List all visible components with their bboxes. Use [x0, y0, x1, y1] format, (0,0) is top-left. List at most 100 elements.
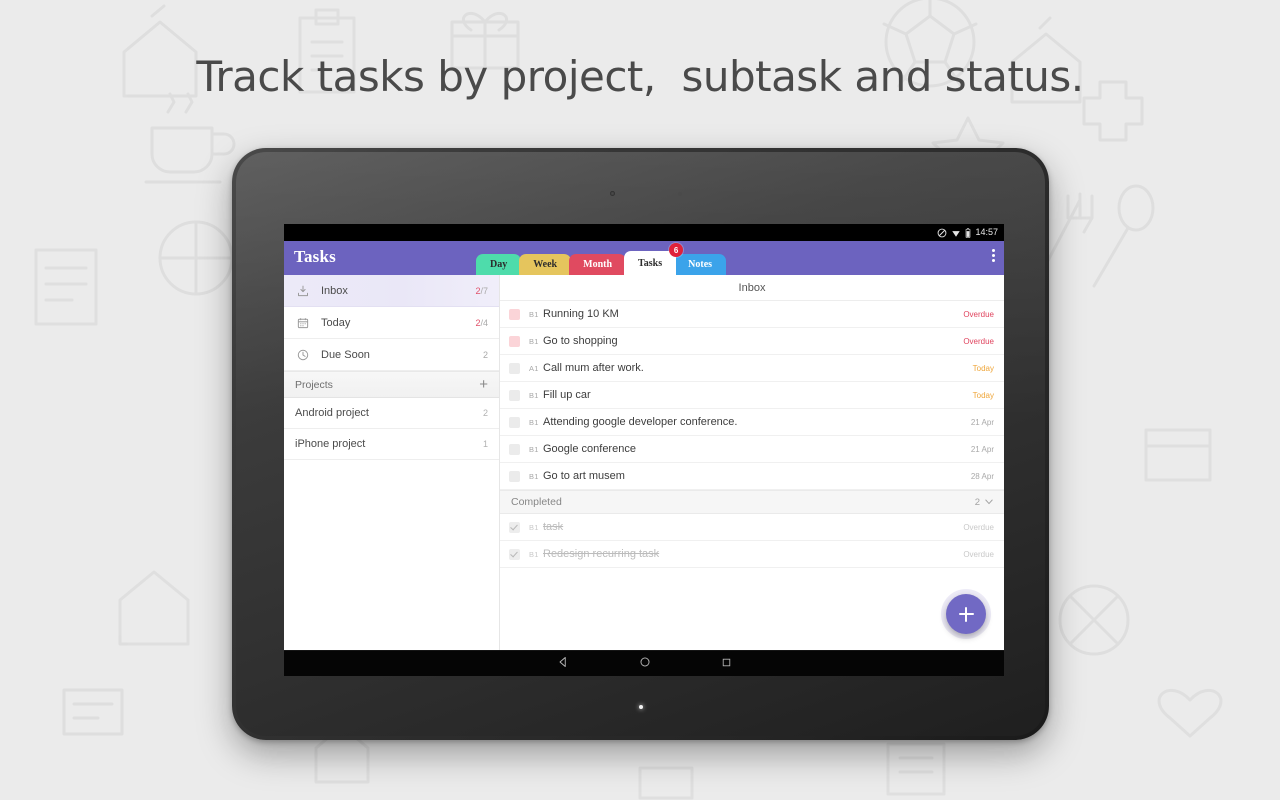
sidebar: Inbox 2/7 Today 2/4 Due Soon 2 Projects …: [284, 275, 500, 650]
table-row[interactable]: A1 Call mum after work. Today: [500, 355, 1004, 382]
back-icon[interactable]: [557, 655, 569, 673]
app-body: Inbox 2/7 Today 2/4 Due Soon 2 Projects …: [284, 275, 1004, 650]
sidebar-item-today-label: Today: [321, 316, 351, 329]
completed-section-label: Completed: [511, 496, 562, 508]
battery-icon: [966, 227, 971, 238]
table-row[interactable]: B1 Redesign recurring task Overdue: [500, 541, 1004, 568]
add-project-button[interactable]: +: [479, 377, 488, 392]
task-priority: B1: [529, 444, 539, 454]
front-camera-icon: [610, 191, 615, 196]
tab-month[interactable]: Month: [569, 254, 627, 275]
task-list-pane: Inbox B1 Running 10 KM Overdue B1 Go to …: [500, 275, 1004, 650]
tab-week[interactable]: Week: [519, 254, 572, 275]
clock-icon: [295, 349, 311, 361]
tab-day-label: Day: [490, 259, 508, 270]
task-name: Fill up car: [543, 389, 591, 401]
sidebar-item-iphone-project-count: 1: [482, 439, 488, 449]
sidebar-item-today-count: 2/4: [475, 317, 488, 328]
task-checkbox[interactable]: [509, 362, 520, 374]
status-bar-clock: 14:57: [975, 227, 998, 237]
android-nav-bar: [284, 650, 1004, 676]
task-due: Overdue: [963, 549, 994, 559]
task-priority: B1: [529, 471, 539, 481]
table-row[interactable]: B1 Google conference 21 Apr: [500, 436, 1004, 463]
completed-section-header[interactable]: Completed 2: [500, 490, 1004, 514]
table-row[interactable]: B1 Go to art musem 28 Apr: [500, 463, 1004, 490]
android-status-bar: 14:57: [284, 224, 1004, 241]
task-priority: B1: [529, 522, 539, 532]
task-priority: B1: [529, 549, 539, 559]
task-checkbox[interactable]: [509, 335, 520, 347]
sidebar-projects-label: Projects: [295, 378, 333, 391]
tab-tasks[interactable]: Tasks 6: [624, 243, 684, 275]
calendar-icon: [295, 317, 311, 329]
notification-led: [638, 705, 643, 709]
overflow-dot-1: [992, 249, 995, 252]
table-row[interactable]: B1 task Overdue: [500, 514, 1004, 541]
table-row[interactable]: B1 Attending google developer conference…: [500, 409, 1004, 436]
sidebar-item-android-project[interactable]: Android project 2: [284, 398, 499, 429]
device-screen: 14:57 Tasks Day Week Month Tasks 6 Notes: [284, 224, 1004, 676]
page-headline: Track tasks by project, subtask and stat…: [196, 52, 1084, 101]
task-name: Go to art musem: [543, 470, 625, 482]
tab-month-label: Month: [583, 259, 613, 270]
tablet-bezel: 14:57 Tasks Day Week Month Tasks 6 Notes: [236, 152, 1045, 736]
tab-bar: Day Week Month Tasks 6 Notes: [476, 243, 727, 275]
task-due: Today: [972, 390, 994, 400]
table-row[interactable]: B1 Go to shopping Overdue: [500, 328, 1004, 355]
light-sensor-icon: [678, 192, 682, 196]
sidebar-item-android-project-label: Android project: [295, 407, 369, 419]
app-bar: Tasks Day Week Month Tasks 6 Notes: [284, 241, 1004, 275]
add-task-fab[interactable]: [946, 594, 986, 634]
completed-section-count: 2: [974, 496, 980, 508]
overflow-dot-2: [992, 254, 995, 257]
sidebar-item-inbox[interactable]: Inbox 2/7: [284, 275, 499, 307]
task-due: Overdue: [963, 309, 994, 319]
task-name: Attending google developer conference.: [543, 416, 738, 428]
task-checkbox[interactable]: [509, 470, 520, 482]
tab-week-label: Week: [533, 259, 558, 270]
table-row[interactable]: B1 Running 10 KM Overdue: [500, 301, 1004, 328]
sidebar-item-today[interactable]: Today 2/4: [284, 307, 499, 339]
sidebar-item-inbox-count: 2/7: [475, 285, 488, 296]
overflow-menu-icon[interactable]: [992, 249, 995, 262]
task-checkbox[interactable]: [509, 548, 520, 560]
tablet-device-frame: 14:57 Tasks Day Week Month Tasks 6 Notes: [232, 148, 1049, 740]
sidebar-projects-header: Projects +: [284, 371, 499, 398]
tab-notes[interactable]: Notes: [674, 254, 727, 275]
task-checkbox[interactable]: [509, 521, 520, 533]
task-name: Google conference: [543, 443, 636, 455]
task-name: Call mum after work.: [543, 362, 644, 374]
task-checkbox[interactable]: [509, 308, 520, 320]
sidebar-item-inbox-label: Inbox: [321, 284, 348, 297]
task-name: Go to shopping: [543, 335, 618, 347]
do-not-disturb-icon: [938, 228, 947, 237]
task-due: 28 Apr: [970, 471, 994, 481]
sidebar-item-due-soon-label: Due Soon: [321, 348, 370, 361]
task-priority: B1: [529, 417, 539, 427]
task-checkbox[interactable]: [509, 416, 520, 428]
inbox-icon: [295, 285, 311, 297]
task-checkbox[interactable]: [509, 389, 520, 401]
tab-day[interactable]: Day: [476, 254, 522, 275]
task-priority: B1: [529, 336, 539, 346]
recents-icon[interactable]: [721, 655, 732, 673]
sidebar-item-due-soon-count: 2: [482, 349, 488, 360]
task-pane-title: Inbox: [500, 275, 1004, 301]
task-priority: A1: [529, 363, 539, 373]
task-due: Overdue: [963, 522, 994, 532]
task-priority: B1: [529, 309, 539, 319]
sidebar-item-due-soon[interactable]: Due Soon 2: [284, 339, 499, 371]
overflow-dot-3: [992, 259, 995, 262]
task-name: task: [543, 521, 564, 533]
task-due: Overdue: [963, 336, 994, 346]
task-checkbox[interactable]: [509, 443, 520, 455]
task-name: Running 10 KM: [543, 308, 619, 320]
sidebar-item-iphone-project-label: iPhone project: [295, 438, 366, 450]
task-due: 21 Apr: [970, 417, 994, 427]
task-due: 21 Apr: [970, 444, 994, 454]
sidebar-item-iphone-project[interactable]: iPhone project 1: [284, 429, 499, 460]
sidebar-item-android-project-count: 2: [482, 408, 488, 418]
home-icon[interactable]: [639, 655, 651, 673]
table-row[interactable]: B1 Fill up car Today: [500, 382, 1004, 409]
